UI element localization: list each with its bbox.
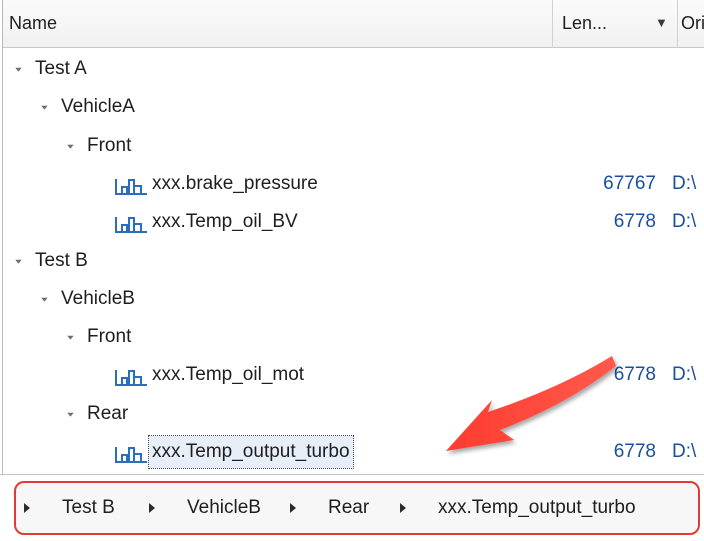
annotation-arrow [446, 356, 616, 451]
channel-tree-window: Name Len... ▼ Ori ▼ Test A ▼ VehicleA ▼ Front… [0, 0, 704, 541]
